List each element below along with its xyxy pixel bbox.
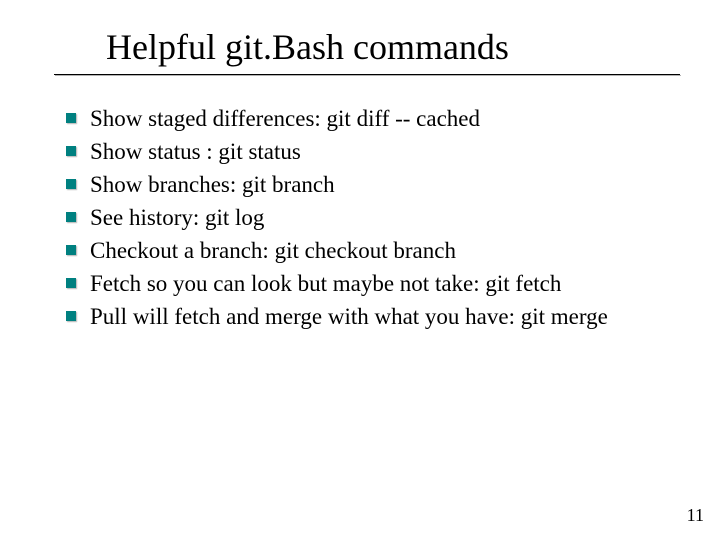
list-item: Show status : git status: [66, 136, 690, 167]
bullet-text: Checkout a branch: git checkout branch: [90, 235, 456, 266]
list-item: Pull will fetch and merge with what you …: [66, 301, 690, 332]
square-bullet-icon: [66, 146, 76, 156]
slide-container: Helpful git.Bash commands Show staged di…: [0, 0, 720, 540]
list-item: Checkout a branch: git checkout branch: [66, 235, 690, 266]
bullet-text: Show staged differences: git diff -- cac…: [90, 103, 480, 134]
square-bullet-icon: [66, 113, 76, 123]
square-bullet-icon: [66, 311, 76, 321]
bullet-text: Fetch so you can look but maybe not take…: [90, 268, 561, 299]
square-bullet-icon: [66, 212, 76, 222]
list-item: See history: git log: [66, 202, 690, 233]
square-bullet-icon: [66, 179, 76, 189]
bullet-text: Pull will fetch and merge with what you …: [90, 301, 608, 332]
slide-title: Helpful git.Bash commands: [54, 28, 680, 68]
page-number: 11: [687, 505, 704, 526]
list-item: Show staged differences: git diff -- cac…: [66, 103, 690, 134]
title-wrap: Helpful git.Bash commands: [54, 28, 680, 75]
list-item: Show branches: git branch: [66, 169, 690, 200]
square-bullet-icon: [66, 278, 76, 288]
title-underline: [54, 74, 680, 75]
list-item: Fetch so you can look but maybe not take…: [66, 268, 690, 299]
square-bullet-icon: [66, 245, 76, 255]
bullet-text: Show status : git status: [90, 136, 301, 167]
bullet-text: Show branches: git branch: [90, 169, 335, 200]
bullet-text: See history: git log: [90, 202, 264, 233]
slide-content: Show staged differences: git diff -- cac…: [0, 103, 720, 332]
